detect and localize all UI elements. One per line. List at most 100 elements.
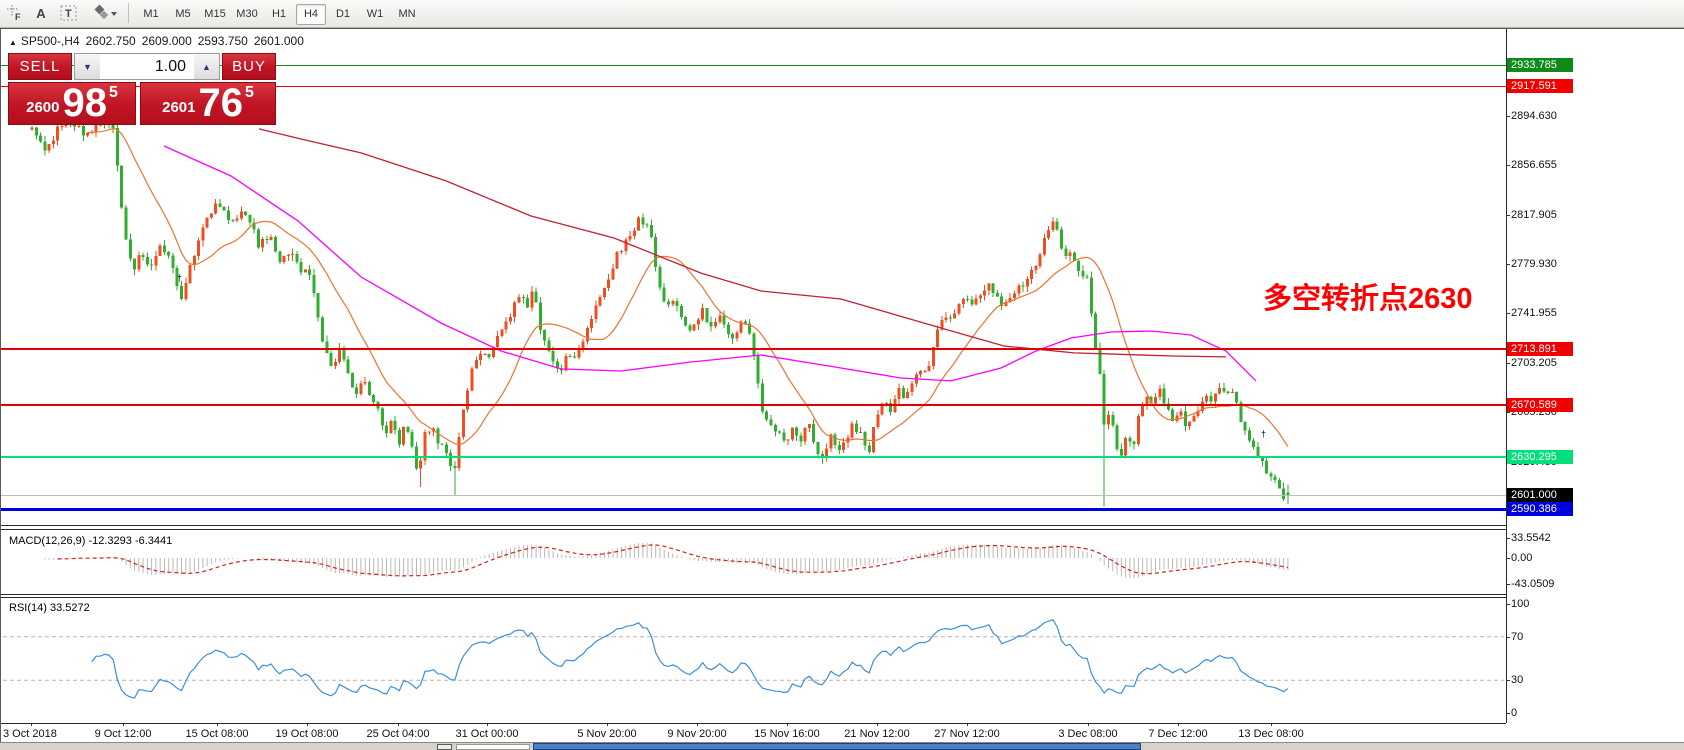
- close-value: 2601.000: [254, 34, 304, 48]
- taskbar-active-segment[interactable]: [533, 743, 1141, 750]
- pane-border: [1, 525, 1506, 526]
- volume-input[interactable]: [100, 54, 194, 79]
- sell-price-display[interactable]: 2600985: [8, 82, 136, 125]
- pane-border: [1, 597, 1506, 598]
- macd-axis-tick: 33.5542: [1511, 532, 1581, 544]
- crosshair-f-icon[interactable]: F: [4, 3, 26, 23]
- svg-text:F: F: [15, 12, 21, 22]
- price-badge: 2601.000: [1507, 488, 1573, 502]
- pane-border: [1, 529, 1506, 530]
- taskbar-segment: [437, 744, 452, 750]
- price-badge: 2590.386: [1507, 502, 1573, 516]
- price-axis-tick: 2779.930: [1511, 258, 1581, 270]
- time-axis-label: 25 Oct 04:00: [367, 728, 430, 740]
- time-axis-label: 21 Nov 12:00: [844, 728, 909, 740]
- textbox-t-icon[interactable]: T: [58, 3, 80, 23]
- time-axis-label: 19 Oct 08:00: [276, 728, 339, 740]
- price-axis-tick: 2703.205: [1511, 357, 1581, 369]
- buy-price-prefix: 2601: [162, 99, 195, 116]
- price-level-line[interactable]: [1, 495, 1506, 496]
- sell-price-main: 98: [62, 86, 107, 120]
- low-value: 2593.750: [198, 34, 248, 48]
- symbol-label: SP500-,H4: [21, 34, 80, 48]
- price-axis-tick: 2817.905: [1511, 209, 1581, 221]
- time-axis-label: 5 Nov 20:00: [577, 728, 636, 740]
- taskbar-strip: [0, 742, 1684, 750]
- timeframe-d1[interactable]: D1: [328, 4, 358, 25]
- macd-label: MACD(12,26,9) -12.3293 -6.3441: [9, 535, 172, 547]
- volume-decrease-button[interactable]: ▼: [75, 54, 100, 79]
- macd-axis-tick: -43.0509: [1511, 578, 1581, 590]
- price-badge: 2917.591: [1507, 79, 1573, 93]
- timeframe-h4[interactable]: H4: [296, 4, 326, 25]
- price-level-line[interactable]: [1, 508, 1506, 511]
- timeframe-m15[interactable]: M15: [200, 4, 230, 25]
- price-badge: 2630.295: [1507, 450, 1573, 464]
- time-axis-label: 3 Oct 2018: [3, 728, 57, 740]
- pane-border: [1, 594, 1506, 595]
- rsi-axis-tick: 100: [1511, 598, 1581, 610]
- chart-window: ▲ SP500-,H4 2602.750 2609.000 2593.750 2601.0…: [0, 28, 1684, 742]
- annotation-a-icon[interactable]: A: [30, 3, 52, 23]
- pane-border: [1, 723, 1506, 724]
- buy-price-display[interactable]: 2601765: [140, 82, 276, 125]
- time-axis-label: 15 Oct 08:00: [186, 728, 249, 740]
- timeframe-group: M1M5M15M30H1H4D1W1MN: [136, 0, 456, 27]
- toolbar-separator: [128, 3, 129, 23]
- price-axis-tick: 2856.655: [1511, 159, 1581, 171]
- price-badge: 2670.589: [1507, 398, 1573, 412]
- rsi-axis-tick: 70: [1511, 631, 1581, 643]
- time-axis-label: 9 Nov 20:00: [667, 728, 726, 740]
- svg-text:T: T: [65, 8, 72, 20]
- rsi-axis-tick: 0: [1511, 707, 1581, 719]
- time-axis-label: 3 Dec 08:00: [1058, 728, 1117, 740]
- time-axis-label: 31 Oct 00:00: [456, 728, 519, 740]
- sell-price-sup: 5: [109, 84, 118, 102]
- price-level-line[interactable]: [1, 404, 1506, 406]
- macd-axis-tick: 0.00: [1511, 552, 1581, 564]
- rsi-label: RSI(14) 33.5272: [9, 602, 90, 614]
- volume-increase-button[interactable]: ▲: [194, 54, 219, 79]
- macd-layer: [45, 543, 1288, 578]
- window-marker-icon: ▲: [9, 38, 17, 47]
- one-click-trade-panel: SELL ▼ ▲ BUY 2600985 2601765: [8, 53, 276, 125]
- moving-averages-layer: [88, 128, 1288, 446]
- trade-marker-icon: †: [177, 273, 182, 283]
- taskbar-segment: [456, 744, 530, 750]
- time-axis-label: 13 Dec 08:00: [1238, 728, 1303, 740]
- rsi-layer: [3, 620, 1504, 698]
- dropdown-caret-icon: [111, 12, 117, 16]
- candles-layer: [31, 116, 1290, 506]
- symbol-ohlc-header: ▲ SP500-,H4 2602.750 2609.000 2593.750 2601.0…: [9, 34, 310, 48]
- price-axis-tick: 2741.955: [1511, 307, 1581, 319]
- chart-annotation-text[interactable]: 多空转折点2630: [1263, 275, 1473, 317]
- sell-price-prefix: 2600: [26, 99, 59, 116]
- high-value: 2609.000: [142, 34, 192, 48]
- buy-price-sup: 5: [245, 84, 254, 102]
- timeframe-m30[interactable]: M30: [232, 4, 262, 25]
- timeframe-mn[interactable]: MN: [392, 4, 422, 25]
- shapes-icon[interactable]: [90, 3, 120, 23]
- open-value: 2602.750: [86, 34, 136, 48]
- timeframe-m1[interactable]: M1: [136, 4, 166, 25]
- time-axis-label: 15 Nov 16:00: [754, 728, 819, 740]
- time-axis-label: 9 Oct 12:00: [95, 728, 152, 740]
- timeframe-w1[interactable]: W1: [360, 4, 390, 25]
- buy-price-main: 76: [198, 86, 243, 120]
- price-badge: 2933.785: [1507, 58, 1573, 72]
- chart-canvas[interactable]: [1, 29, 1506, 743]
- timeframe-h1[interactable]: H1: [264, 4, 294, 25]
- sell-button[interactable]: SELL: [8, 53, 72, 80]
- price-level-line[interactable]: [1, 348, 1506, 350]
- price-axis-tick: 2894.630: [1511, 110, 1581, 122]
- price-badge: 2713.891: [1507, 342, 1573, 356]
- time-axis-label: 27 Nov 12:00: [934, 728, 999, 740]
- price-level-line[interactable]: [1, 456, 1506, 458]
- volume-stepper: ▼ ▲: [74, 53, 220, 80]
- time-axis-label: 7 Dec 12:00: [1148, 728, 1207, 740]
- buy-button[interactable]: BUY: [222, 53, 276, 80]
- price-axis-border: [1506, 29, 1507, 723]
- rsi-axis-tick: 30: [1511, 674, 1581, 686]
- toolbar: F A T M1M5M15M30H1H4D1W1MN: [0, 0, 1684, 28]
- timeframe-m5[interactable]: M5: [168, 4, 198, 25]
